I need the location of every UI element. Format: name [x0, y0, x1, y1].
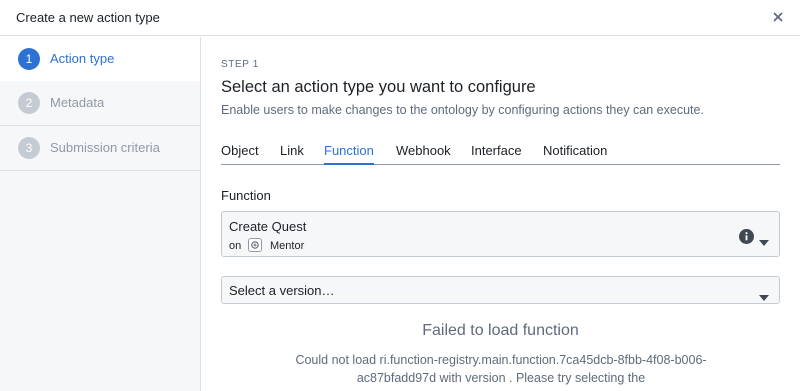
step-submission-criteria[interactable]: 3 Submission criteria: [0, 126, 200, 171]
dialog-title: Create a new action type: [16, 10, 160, 25]
chevron-down-icon: [759, 233, 769, 246]
version-placeholder: Select a version…: [229, 283, 335, 298]
tab-notification[interactable]: Notification: [543, 143, 607, 165]
version-select[interactable]: Select a version…: [221, 276, 780, 304]
step-label: Metadata: [50, 95, 105, 110]
function-name: Create Quest: [229, 219, 307, 234]
create-action-type-dialog: Create a new action type 1 Action type 2…: [0, 0, 800, 391]
step-label: Submission criteria: [50, 140, 160, 155]
tab-interface[interactable]: Interface: [471, 143, 522, 165]
step-action-type[interactable]: 1 Action type: [0, 37, 200, 82]
step-number: 3: [18, 137, 40, 159]
step-label: Action type: [50, 51, 115, 66]
action-type-tabs: Object Link Function Webhook Interface N…: [221, 139, 780, 165]
function-field-label: Function: [221, 188, 271, 203]
step-number: 1: [18, 48, 40, 70]
chevron-down-icon: [759, 288, 769, 301]
page-description: Enable users to make changes to the onto…: [221, 103, 704, 117]
step-metadata[interactable]: 2 Metadata: [0, 81, 200, 126]
step-number: 2: [18, 92, 40, 114]
main-panel: STEP 1 Select an action type you want to…: [221, 37, 781, 391]
tab-webhook[interactable]: Webhook: [396, 143, 451, 165]
function-repository: Mentor: [270, 240, 305, 252]
tab-link[interactable]: Link: [280, 143, 304, 165]
close-icon[interactable]: [770, 9, 786, 25]
error-title: Failed to load function: [422, 322, 579, 339]
function-on-label: on: [229, 240, 242, 252]
tab-object[interactable]: Object: [221, 143, 259, 165]
function-select[interactable]: Create Quest on Mentor: [221, 211, 780, 257]
repository-icon: [248, 238, 262, 252]
page-title: Select an action type you want to config…: [221, 78, 536, 96]
step-kicker: STEP 1: [221, 59, 259, 70]
steps-sidebar: 1 Action type 2 Metadata 3 Submission cr…: [0, 37, 201, 391]
info-icon[interactable]: [739, 229, 754, 244]
dialog-header: Create a new action type: [0, 0, 800, 36]
error-message: Could not load ri.function-registry.main…: [295, 353, 707, 385]
tab-function[interactable]: Function: [324, 143, 374, 165]
